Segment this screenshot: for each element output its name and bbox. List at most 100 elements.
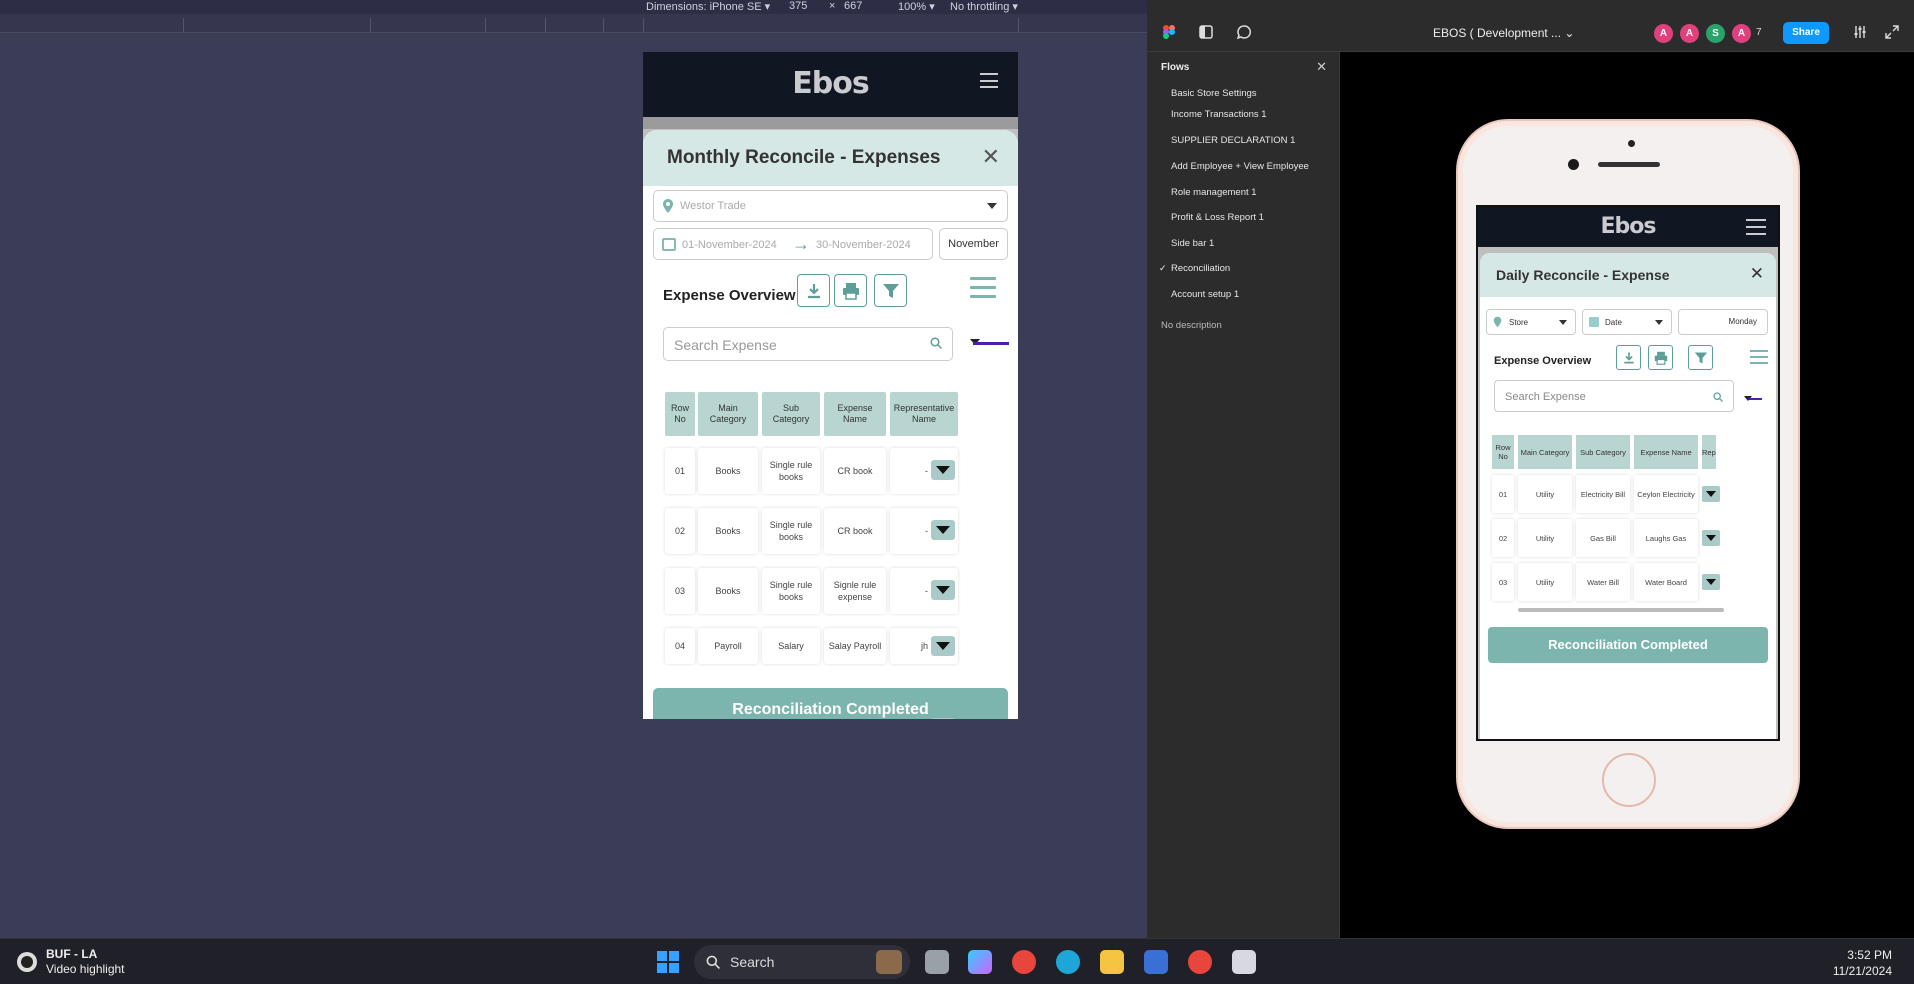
column-header[interactable]: Rep — [1702, 435, 1716, 469]
windows-start-icon[interactable] — [656, 950, 680, 974]
taskbar-search-input[interactable]: Search — [694, 945, 910, 979]
filter-button[interactable] — [1688, 345, 1713, 370]
home-button[interactable] — [1602, 753, 1656, 807]
media-query-ruler — [0, 14, 1147, 33]
columns-menu-icon[interactable] — [970, 277, 996, 301]
hamburger-icon[interactable] — [1746, 219, 1766, 235]
column-header[interactable]: Expense Name — [824, 392, 886, 436]
store-select[interactable]: Westor Trade — [653, 190, 1008, 222]
download-button[interactable] — [797, 274, 830, 307]
table-cell: 01 — [665, 448, 695, 494]
chrome-icon[interactable] — [1012, 950, 1036, 974]
app-icon[interactable] — [1144, 950, 1168, 974]
snipping-tool-icon[interactable] — [1232, 950, 1256, 974]
collaborator-count[interactable]: 7 — [1756, 27, 1762, 38]
chevron-down-icon — [987, 203, 997, 209]
row-dropdown-button[interactable] — [931, 636, 955, 656]
close-icon[interactable]: ✕ — [1750, 264, 1764, 284]
flow-item[interactable]: Role management 1 — [1171, 187, 1257, 198]
column-header[interactable]: Sub Category — [762, 392, 820, 436]
column-header[interactable]: Main Category — [1518, 435, 1572, 469]
close-icon[interactable]: ✕ — [982, 146, 1000, 168]
table-cell: 03 — [665, 568, 695, 614]
share-button[interactable]: Share — [1783, 22, 1829, 44]
column-header[interactable]: Expense Name — [1634, 435, 1698, 469]
flow-description: No description — [1161, 320, 1222, 331]
columns-menu-icon[interactable] — [1750, 350, 1768, 366]
store-select[interactable]: Store — [1486, 309, 1576, 335]
close-icon[interactable]: ✕ — [1316, 59, 1327, 75]
filter-button[interactable] — [874, 274, 907, 307]
settings-sliders-icon[interactable] — [1853, 25, 1867, 39]
column-header[interactable]: Representative Name — [890, 392, 958, 436]
row-dropdown-button[interactable] — [931, 520, 955, 540]
avatar[interactable]: A — [1654, 24, 1673, 43]
table-cell: Books — [698, 448, 758, 494]
avatar[interactable]: S — [1706, 24, 1725, 43]
day-select[interactable]: Monday — [1678, 309, 1768, 335]
column-header[interactable]: Sub Category — [1576, 435, 1630, 469]
task-view-icon[interactable] — [925, 950, 949, 974]
hamburger-icon[interactable] — [980, 73, 998, 88]
device-dimensions-dropdown[interactable]: Dimensions: iPhone SE ▾ — [646, 0, 770, 13]
reconciliation-completed-button[interactable]: Reconciliation Completed — [653, 688, 1008, 719]
news-widget[interactable]: BUF - LA Video highlight — [46, 947, 125, 977]
selection-indicator — [973, 342, 1009, 345]
row-dropdown-button[interactable] — [1702, 486, 1720, 502]
comment-icon[interactable] — [1237, 25, 1251, 39]
copilot-icon[interactable] — [968, 950, 992, 974]
flow-item[interactable]: Side bar 1 — [1171, 238, 1214, 249]
row-dropdown-button[interactable] — [1702, 574, 1720, 590]
table-cell: Salay Payroll — [824, 628, 886, 664]
system-clock[interactable]: 3:52 PM 11/21/2024 — [1833, 947, 1892, 979]
column-header[interactable]: Row No — [665, 392, 695, 436]
row-dropdown-button[interactable] — [931, 580, 955, 600]
throttling-dropdown[interactable]: No throttling ▾ — [950, 0, 1018, 13]
flow-item[interactable]: Account setup 1 — [1171, 289, 1239, 300]
modal-header: Daily Reconcile - Expense ✕ — [1480, 253, 1776, 297]
print-button[interactable] — [1648, 345, 1673, 370]
search-input[interactable]: Search Expense — [663, 327, 953, 361]
table-cell: 01 — [1492, 475, 1514, 513]
nhl-logo-icon[interactable] — [16, 951, 38, 973]
row-dropdown-button[interactable] — [1702, 530, 1720, 546]
table-cell: 04 — [665, 628, 695, 664]
edge-icon[interactable] — [1056, 950, 1080, 974]
row-dropdown-button[interactable] — [931, 718, 955, 719]
table-cell: Ceylon Electricity — [1634, 475, 1698, 513]
date-range-picker[interactable]: 01-November-2024 → 30-November-2024 — [653, 228, 933, 260]
flow-item[interactable]: SUPPLIER DECLARATION 1 — [1171, 135, 1295, 146]
iphone-mockup: Ebos Daily Reconcile - Expense ✕ Store D… — [1456, 119, 1800, 829]
clock-date: 11/21/2024 — [1832, 964, 1892, 978]
chevron-down-icon — [1559, 320, 1567, 325]
flow-item[interactable]: Income Transactions 1 — [1171, 109, 1267, 120]
table-cell: Payroll — [698, 628, 758, 664]
width-input[interactable]: 375 — [789, 0, 807, 12]
date-select[interactable]: Date — [1582, 309, 1672, 335]
figma-logo-icon[interactable] — [1162, 25, 1176, 39]
zoom-dropdown[interactable]: 100% ▾ — [898, 0, 935, 13]
horizontal-scrollbar[interactable] — [1518, 608, 1724, 612]
column-header[interactable]: Main Category — [698, 392, 758, 436]
chrome-profile-icon[interactable] — [1188, 950, 1212, 974]
sidebar-toggle-icon[interactable] — [1199, 25, 1213, 39]
file-title[interactable]: EBOS ( Development ... ⌄ — [1433, 26, 1574, 40]
avatar[interactable]: A — [1732, 24, 1751, 43]
phone-screen: Ebos Daily Reconcile - Expense ✕ Store D… — [1476, 205, 1780, 741]
flow-item[interactable]: Add Employee + View Employee — [1171, 161, 1309, 172]
row-dropdown-button[interactable] — [931, 460, 955, 480]
times-symbol: × — [829, 0, 836, 12]
search-input[interactable]: Search Expense — [1494, 380, 1734, 412]
flow-item[interactable]: Basic Store Settings — [1171, 88, 1257, 99]
print-button[interactable] — [834, 274, 867, 307]
height-input[interactable]: 667 — [844, 0, 862, 12]
month-select[interactable]: November — [939, 228, 1008, 260]
expand-icon[interactable] — [1885, 25, 1899, 39]
column-header[interactable]: Row No — [1492, 435, 1514, 469]
flow-item-active[interactable]: Reconciliation — [1171, 263, 1230, 274]
file-explorer-icon[interactable] — [1100, 950, 1124, 974]
download-button[interactable] — [1616, 345, 1641, 370]
reconciliation-completed-button[interactable]: Reconciliation Completed — [1488, 627, 1768, 663]
flow-item[interactable]: Profit & Loss Report 1 — [1171, 212, 1264, 223]
avatar[interactable]: A — [1680, 24, 1699, 43]
